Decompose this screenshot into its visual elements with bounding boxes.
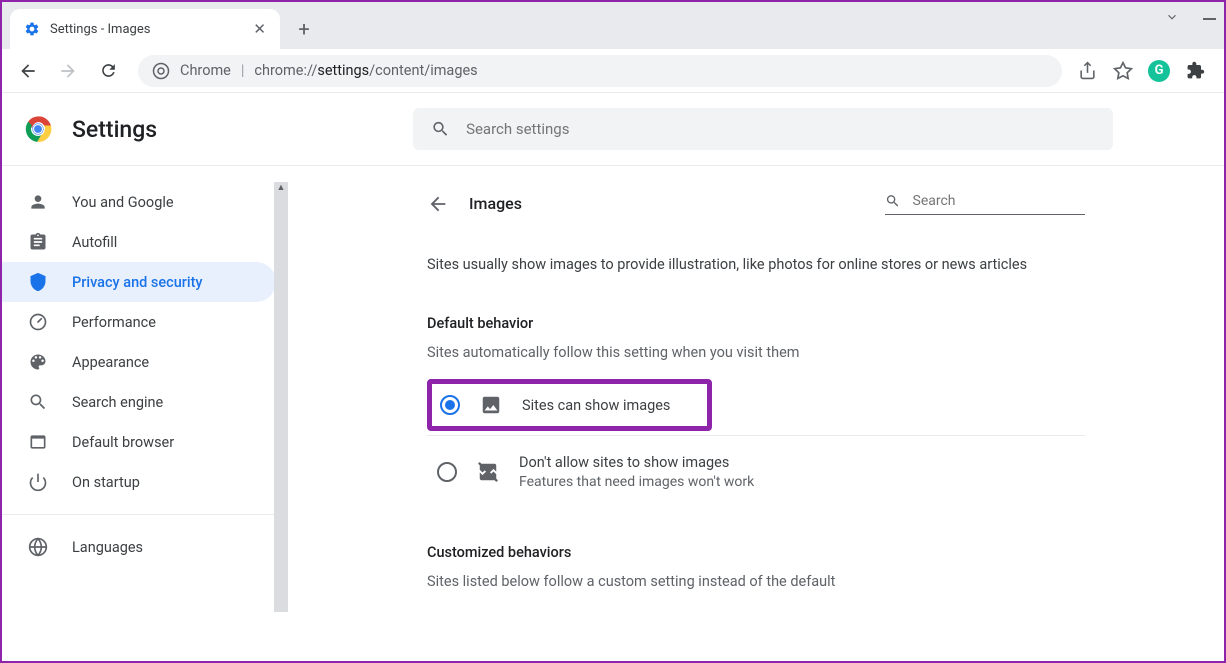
main-content: Images Sites usually show images to prov… xyxy=(288,166,1224,659)
sidebar-item-languages[interactable]: Languages xyxy=(2,527,276,567)
section-description: Sites listed below follow a custom setti… xyxy=(427,573,1085,590)
sidebar-item-appearance[interactable]: Appearance xyxy=(2,342,276,382)
bookmark-star-icon[interactable] xyxy=(1112,60,1134,82)
section-description: Sites automatically follow this setting … xyxy=(427,344,1085,361)
sidebar-label: You and Google xyxy=(72,194,174,211)
sidebar-item-performance[interactable]: Performance xyxy=(2,302,276,342)
radio-button[interactable] xyxy=(437,462,457,482)
tab-bar: Settings - Images ✕ + xyxy=(2,2,1224,49)
section-title: Default behavior xyxy=(427,315,1085,332)
extensions-icon[interactable] xyxy=(1184,60,1206,82)
close-tab-icon[interactable]: ✕ xyxy=(253,20,266,38)
divider xyxy=(2,514,288,515)
radio-option-block-images[interactable]: Don't allow sites to show images Feature… xyxy=(427,440,1085,504)
radio-sublabel: Features that need images won't work xyxy=(519,474,754,490)
sidebar-item-default-browser[interactable]: Default browser xyxy=(2,422,276,462)
sidebar-label: Default browser xyxy=(72,434,174,451)
tab-title: Settings - Images xyxy=(50,22,253,37)
sidebar-item-search-engine[interactable]: Search engine xyxy=(2,382,276,422)
section-title: Customized behaviors xyxy=(427,544,1085,561)
image-blocked-icon xyxy=(477,461,499,483)
search-icon xyxy=(431,119,450,139)
page-search-box[interactable] xyxy=(885,192,1085,215)
forward-button[interactable] xyxy=(52,55,84,87)
chrome-logo-icon xyxy=(24,115,52,143)
radio-option-allow-images[interactable]: Sites can show images xyxy=(427,379,712,431)
person-icon xyxy=(28,192,48,212)
radio-button[interactable] xyxy=(440,395,460,415)
divider xyxy=(427,435,1085,436)
settings-header: Settings xyxy=(2,93,1224,165)
sidebar-item-on-startup[interactable]: On startup xyxy=(2,462,276,502)
search-settings-input[interactable] xyxy=(466,120,1095,138)
power-icon xyxy=(28,472,48,492)
chrome-logo-icon xyxy=(152,62,170,80)
address-bar[interactable]: Chrome|chrome://settings/content/images xyxy=(138,55,1062,87)
search-icon xyxy=(28,392,48,412)
sidebar-label: Languages xyxy=(72,539,143,556)
page-title: Settings xyxy=(72,116,157,143)
share-icon[interactable] xyxy=(1076,60,1098,82)
back-button[interactable] xyxy=(12,55,44,87)
browser-toolbar: Chrome|chrome://settings/content/images … xyxy=(2,49,1224,93)
omnibox-text: Chrome|chrome://settings/content/images xyxy=(180,62,478,79)
sidebar-item-you-and-google[interactable]: You and Google xyxy=(2,182,276,222)
back-arrow-button[interactable] xyxy=(427,193,449,215)
sidebar-label: On startup xyxy=(72,474,140,491)
radio-label: Don't allow sites to show images xyxy=(519,454,754,471)
clipboard-icon xyxy=(28,232,48,252)
sidebar: You and Google Autofill Privacy and secu… xyxy=(2,166,288,659)
browser-tab[interactable]: Settings - Images ✕ xyxy=(10,9,280,49)
page-search-input[interactable] xyxy=(913,193,1085,209)
chevron-down-icon[interactable] xyxy=(1165,10,1179,24)
sidebar-label: Performance xyxy=(72,314,156,331)
globe-icon xyxy=(28,537,48,557)
sidebar-item-autofill[interactable]: Autofill xyxy=(2,222,276,262)
sidebar-label: Autofill xyxy=(72,234,117,251)
search-settings-box[interactable] xyxy=(413,108,1113,150)
search-icon xyxy=(885,192,901,210)
minimize-icon[interactable] xyxy=(1203,18,1216,20)
sidebar-label: Privacy and security xyxy=(72,274,203,291)
reload-button[interactable] xyxy=(92,55,124,87)
settings-gear-icon xyxy=(24,21,40,37)
shield-icon xyxy=(28,272,48,292)
content-page-title: Images xyxy=(469,194,522,213)
sidebar-item-privacy-security[interactable]: Privacy and security xyxy=(2,262,276,302)
scrollbar[interactable]: ▲ xyxy=(274,182,288,612)
browser-window-icon xyxy=(28,432,48,452)
grammarly-extension-icon[interactable]: G xyxy=(1148,60,1170,82)
sidebar-label: Appearance xyxy=(72,354,149,371)
new-tab-button[interactable]: + xyxy=(290,15,318,43)
palette-icon xyxy=(28,352,48,372)
image-icon xyxy=(480,394,502,416)
page-description: Sites usually show images to provide ill… xyxy=(427,255,1085,275)
sidebar-label: Search engine xyxy=(72,394,163,411)
speedometer-icon xyxy=(28,312,48,332)
radio-label: Sites can show images xyxy=(522,397,670,414)
page-header: Images xyxy=(427,192,1085,215)
